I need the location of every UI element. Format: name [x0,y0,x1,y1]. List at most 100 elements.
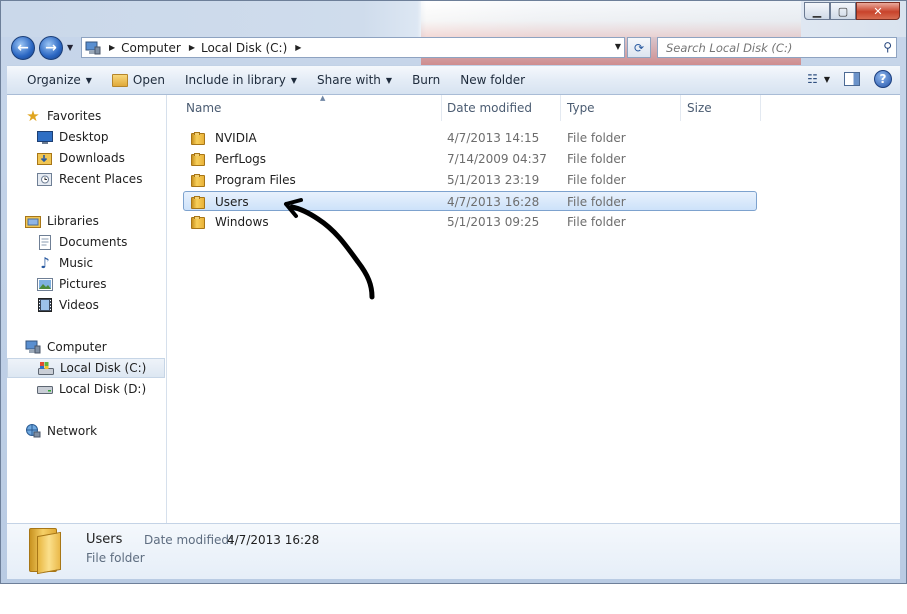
nav-network[interactable]: Network [7,421,165,441]
search-box[interactable]: ⚲ [657,37,897,58]
column-header-name[interactable]: Name ▲ [180,94,442,121]
breadcrumb-computer[interactable]: Computer [121,41,181,55]
close-button[interactable]: ✕ [856,2,900,20]
column-header-date-modified[interactable]: Date modified [441,95,561,121]
column-header-type[interactable]: Type [561,95,681,121]
file-row-nvidia[interactable]: NVIDIA 4/7/2013 14:15 File folder [183,128,757,148]
file-type: File folder [567,215,626,229]
nav-computer[interactable]: Computer [7,337,165,357]
address-dropdown-icon[interactable]: ▼ [615,42,621,51]
change-view-icon[interactable]: ☷ [807,72,818,86]
nav-recent-places[interactable]: Recent Places [7,169,165,189]
file-name: Program Files [215,173,296,187]
nav-label: Computer [47,340,107,354]
nav-downloads[interactable]: Downloads [7,148,165,168]
computer-icon [85,41,101,54]
back-button[interactable]: ← [11,36,35,60]
file-name-cell: Users [191,192,249,212]
folder-icon [191,215,207,229]
file-type: File folder [567,152,626,166]
nav-label: Videos [59,298,99,312]
nav-label: Network [47,424,98,438]
open-button[interactable]: Open [102,66,175,94]
nav-local-disk-c[interactable]: Local Disk (C:) [7,358,165,378]
recent-places-icon [37,172,53,186]
address-bar[interactable]: ▶ Computer ▶ Local Disk (C:) ▶ ▼ [81,37,625,58]
file-row-perflogs[interactable]: PerfLogs 7/14/2009 04:37 File folder [183,149,757,169]
libraries-icon [25,214,41,228]
file-row-users[interactable]: Users 4/7/2013 16:28 File folder [183,191,757,211]
command-bar: Organize ▼ Open Include in library ▼ Share… [7,65,900,95]
file-list: Name ▲ Date modified Type Size NVIDIA 4/7… [167,94,900,523]
search-icon[interactable]: ⚲ [883,40,892,54]
computer-icon [25,340,41,354]
nav-videos[interactable]: Videos [7,295,165,315]
column-label: Size [687,101,712,115]
breadcrumb-separator-icon[interactable]: ▶ [109,43,115,52]
star-icon: ★ [26,107,40,125]
file-name: Windows [215,215,269,229]
nav-label: Pictures [59,277,107,291]
pictures-icon [37,277,53,291]
nav-local-disk-d[interactable]: Local Disk (D:) [7,379,165,399]
organize-button[interactable]: Organize ▼ [7,66,102,94]
navigation-row: ← → ▼ ▶ Computer ▶ Local Disk (C:) ▶ ▼ ⟳… [1,35,906,61]
file-row-program-files[interactable]: Program Files 5/1/2013 23:19 File folder [183,170,757,190]
nav-label: Recent Places [59,172,143,186]
help-icon[interactable]: ? [874,70,892,88]
details-pane: Users File folder Date modified: 4/7/201… [7,523,900,579]
maximize-icon: ▢ [837,4,849,18]
chevron-down-icon: ▼ [385,75,393,85]
folder-icon [191,173,207,187]
nav-documents[interactable]: Documents [7,232,165,252]
explorer-window: ▁ ▢ ✕ ← → ▼ ▶ Computer ▶ Local Disk (C:)… [0,0,907,584]
documents-icon [37,234,53,250]
breadcrumb-local-disk-c[interactable]: Local Disk (C:) [201,41,287,55]
nav-label: Local Disk (C:) [60,361,147,375]
column-header-size[interactable]: Size [681,95,761,121]
nav-pictures[interactable]: Pictures [7,274,165,294]
file-type: File folder [567,195,626,209]
nav-libraries[interactable]: Libraries [7,211,165,231]
nav-label: Local Disk (D:) [59,382,147,396]
nav-label: Favorites [47,109,102,123]
maximize-button[interactable]: ▢ [830,2,856,20]
drive-icon [37,382,53,396]
nav-label: Desktop [59,130,109,144]
file-type: File folder [567,173,626,187]
include-in-library-label: Include in library [184,73,286,87]
nav-favorites[interactable]: ★ Favorites [7,106,165,126]
column-label: Date modified [447,101,533,115]
forward-arrow-icon: → [45,40,57,56]
navigation-pane: ★ Favorites Desktop Downloads Recent Plac… [7,95,167,523]
file-row-windows[interactable]: Windows 5/1/2013 09:25 File folder [183,212,757,232]
breadcrumb-separator-icon[interactable]: ▶ [189,43,195,52]
share-with-label: Share with [317,73,381,87]
file-date: 4/7/2013 14:15 [447,131,540,145]
preview-pane-icon[interactable] [844,72,860,86]
search-input[interactable] [664,39,873,56]
content-area: ★ Favorites Desktop Downloads Recent Plac… [7,94,900,523]
music-icon: ♪ [40,254,50,272]
include-in-library-button[interactable]: Include in library ▼ [175,66,307,94]
folder-icon [191,131,207,145]
chevron-down-icon: ▼ [290,75,297,85]
minimize-button[interactable]: ▁ [804,2,830,20]
folder-icon [191,195,207,209]
file-name-cell: NVIDIA [191,128,257,148]
new-folder-button[interactable]: New folder [450,66,535,94]
file-name-cell: PerfLogs [191,149,266,169]
refresh-button[interactable]: ⟳ [627,37,651,58]
nav-music[interactable]: ♪ Music [7,253,165,273]
column-label: Type [567,101,595,115]
nav-desktop[interactable]: Desktop [7,127,165,147]
view-options-chevron-icon[interactable]: ▼ [824,75,830,84]
recent-pages-button[interactable]: ▼ [67,43,73,52]
nav-label: Documents [59,235,128,249]
details-date-value: 4/7/2013 16:28 [227,533,320,547]
breadcrumb-separator-icon[interactable]: ▶ [295,43,301,52]
forward-button[interactable]: → [39,36,63,60]
burn-button[interactable]: Burn [402,66,450,94]
desktop-icon [37,130,53,144]
share-with-button[interactable]: Share with ▼ [307,66,402,94]
